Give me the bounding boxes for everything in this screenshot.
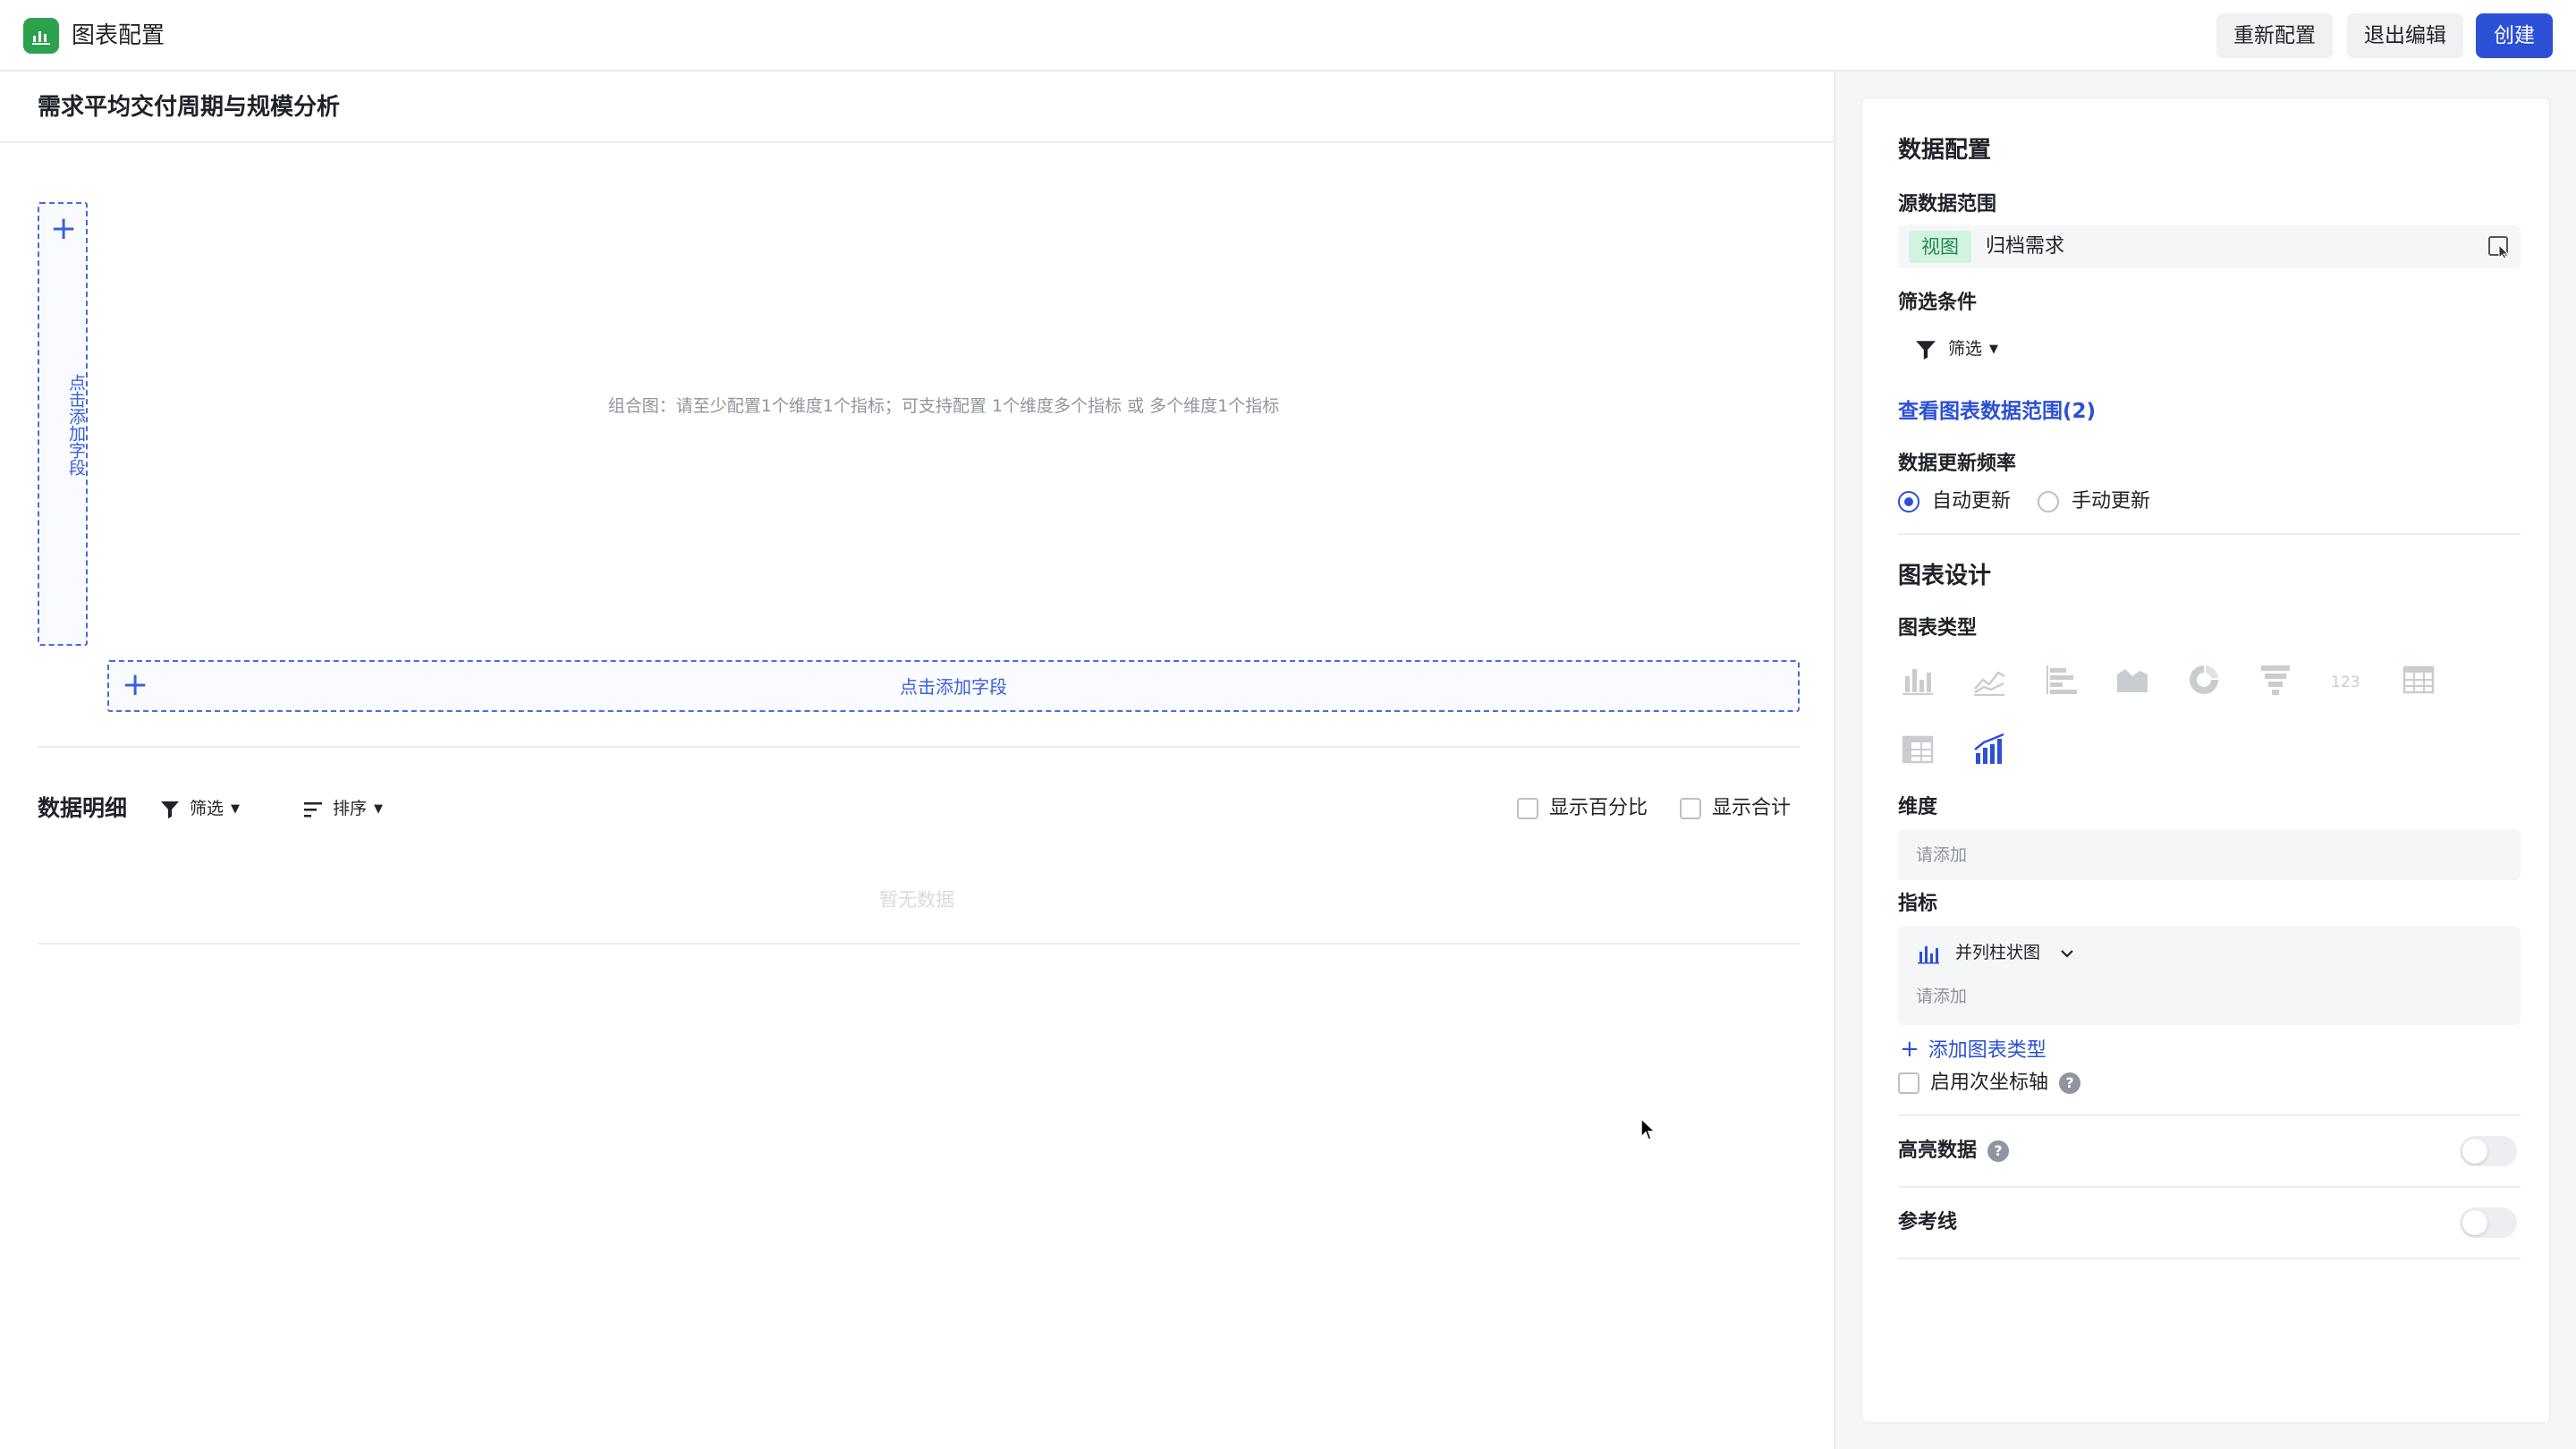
manual-update-radio[interactable]: 手动更新 xyxy=(2038,487,2150,517)
filter-condition-button-label: 筛选 xyxy=(1948,339,1983,359)
checkbox-box[interactable] xyxy=(1517,798,1538,819)
detail-filter-label: 筛选 xyxy=(190,799,225,818)
dimension-field[interactable]: 请添加 xyxy=(1898,830,2521,880)
filter-condition-label: 筛选条件 xyxy=(1898,292,1978,314)
chart-design-title: 图表设计 xyxy=(1898,563,1992,589)
metric-chart-type-select[interactable]: 并列柱状图 xyxy=(1916,939,2076,966)
highlight-data-text: 高亮数据 xyxy=(1898,1140,1978,1162)
metric-chart-type-label: 并列柱状图 xyxy=(1955,943,2041,962)
help-icon[interactable]: ? xyxy=(1987,1140,2010,1162)
detail-sort-label: 排序 xyxy=(333,799,368,818)
show-percent-label: 显示百分比 xyxy=(1549,797,1648,819)
metric-field[interactable]: 并列柱状图 请添加 xyxy=(1898,927,2521,1025)
help-icon[interactable]: ? xyxy=(2059,1072,2081,1094)
view-tag: 视图 xyxy=(1909,231,1971,263)
svg-text:123: 123 xyxy=(2331,674,2360,691)
update-frequency-label: 数据更新频率 xyxy=(1898,453,2017,475)
dimension-label: 维度 xyxy=(1898,796,1938,818)
plus-icon: + xyxy=(1900,1036,1919,1063)
data-config-title: 数据配置 xyxy=(1898,137,1992,164)
caret-down-icon: ▼ xyxy=(374,801,384,816)
chart-type-label: 图表类型 xyxy=(1898,617,1978,640)
empty-data-text: 暂无数据 xyxy=(879,889,954,911)
detail-filter-button[interactable]: 筛选 ▼ xyxy=(159,794,240,823)
manual-update-label: 手动更新 xyxy=(2072,490,2151,513)
secondary-axis-checkbox[interactable]: 启用次坐标轴? xyxy=(1898,1068,2081,1098)
radio-selected[interactable] xyxy=(1898,491,1919,513)
divider xyxy=(1898,533,2521,535)
create-button[interactable]: 创建 xyxy=(2476,13,2553,58)
auto-update-label: 自动更新 xyxy=(1932,490,2012,513)
filter-icon xyxy=(161,801,179,818)
highlight-data-label: 高亮数据? xyxy=(1898,1136,2010,1166)
view-chart-data-range-link[interactable]: 查看图表数据范围(2) xyxy=(1898,395,2096,428)
funnel-icon[interactable] xyxy=(2258,662,2293,698)
divider xyxy=(38,943,1800,945)
area-chart-icon[interactable] xyxy=(2114,662,2150,698)
filter-icon xyxy=(1916,340,1936,360)
source-range-label: 源数据范围 xyxy=(1898,193,1997,216)
reference-line-label: 参考线 xyxy=(1898,1211,1958,1233)
caret-down-icon: ▼ xyxy=(231,801,241,816)
add-chart-type-label: 添加图表类型 xyxy=(1928,1039,2046,1062)
dimension-placeholder: 请添加 xyxy=(1916,845,1968,865)
divider xyxy=(1898,1186,2521,1188)
secondary-axis-label: 启用次坐标轴 xyxy=(1930,1072,2049,1094)
auto-update-radio[interactable]: 自动更新 xyxy=(1898,487,2011,517)
bar-chart-icon xyxy=(1918,945,1939,963)
line-chart-icon[interactable] xyxy=(1971,662,2007,698)
metric-label: 指标 xyxy=(1898,893,1938,915)
filter-condition-button[interactable]: 筛选 ▼ xyxy=(1914,335,1998,364)
pie-chart-icon[interactable] xyxy=(2186,662,2222,698)
highlight-data-toggle[interactable] xyxy=(2460,1136,2517,1166)
pivot-table-icon[interactable] xyxy=(1900,732,1936,767)
sort-icon xyxy=(304,801,322,817)
reference-line-toggle[interactable] xyxy=(2460,1208,2517,1238)
source-range-value: 归档需求 xyxy=(1986,235,2065,258)
add-chart-type-button[interactable]: + 添加图表类型 xyxy=(1900,1034,2046,1066)
config-panel: 数据配置 源数据范围 视图 归档需求 筛选条件 筛选 ▼ 查看图表数据范围(2) … xyxy=(1860,97,2551,1424)
select-source-icon[interactable] xyxy=(2487,234,2512,259)
show-total-checkbox[interactable]: 显示合计 xyxy=(1680,794,1791,823)
metric-placeholder: 请添加 xyxy=(1916,987,1968,1006)
detail-sort-button[interactable]: 排序 ▼ xyxy=(302,794,383,823)
source-range-field[interactable]: 视图 归档需求 xyxy=(1898,225,2521,268)
chart-canvas: 需求平均交付周期与规模分析 + 点击添加字段 组合图：请至少配置1个维度1个指标… xyxy=(0,72,1835,1449)
reconfigure-button[interactable]: 重新配置 xyxy=(2216,13,2333,58)
table-icon[interactable] xyxy=(2401,662,2436,698)
checkbox-box[interactable] xyxy=(1680,798,1701,819)
divider xyxy=(1898,1258,2521,1259)
chart-title[interactable]: 需求平均交付周期与规模分析 xyxy=(38,89,340,125)
app-logo-icon xyxy=(23,18,59,54)
divider xyxy=(1898,1114,2521,1116)
show-total-label: 显示合计 xyxy=(1712,797,1792,819)
number-card-icon[interactable]: 123 xyxy=(2329,662,2365,698)
divider xyxy=(0,141,1835,143)
x-axis-drop-zone[interactable]: + 点击添加字段 xyxy=(107,660,1800,712)
mouse-cursor-icon xyxy=(1640,1118,1657,1140)
horizontal-bar-icon[interactable] xyxy=(2043,662,2079,698)
chevron-down-icon xyxy=(2061,949,2073,958)
y-axis-drop-label: 点击添加字段 xyxy=(66,374,86,476)
checkbox-box[interactable] xyxy=(1898,1072,1919,1094)
y-axis-drop-zone[interactable]: + 点击添加字段 xyxy=(38,202,88,646)
plus-icon: + xyxy=(50,210,78,247)
divider xyxy=(38,746,1800,748)
chart-hint-text: 组合图：请至少配置1个维度1个指标；可支持配置 1个维度多个指标 或 多个维度1… xyxy=(607,396,1280,416)
top-header: 图表配置 重新配置 退出编辑 创建 xyxy=(0,0,2576,72)
data-detail-title: 数据明细 xyxy=(38,795,128,821)
app-title: 图表配置 xyxy=(72,22,165,49)
bar-chart-icon[interactable] xyxy=(1900,662,1936,698)
caret-down-icon: ▼ xyxy=(1989,342,1999,356)
radio-unselected[interactable] xyxy=(2038,491,2059,513)
x-axis-drop-label: 点击添加字段 xyxy=(900,676,1007,698)
exit-edit-button[interactable]: 退出编辑 xyxy=(2347,13,2463,58)
show-percent-checkbox[interactable]: 显示百分比 xyxy=(1517,794,1648,823)
combo-chart-icon[interactable] xyxy=(1971,732,2007,767)
